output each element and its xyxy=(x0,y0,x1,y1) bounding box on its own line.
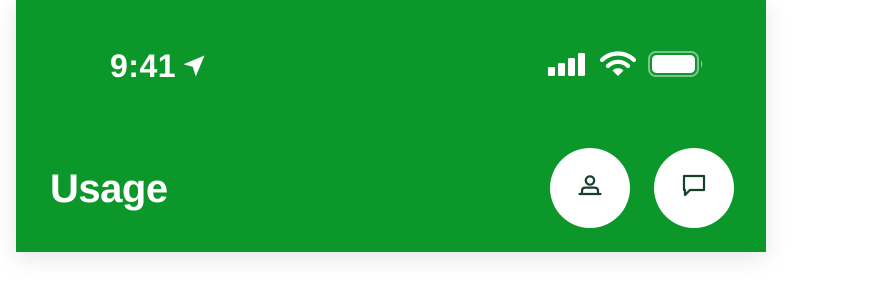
status-time-group: 9:41 xyxy=(110,44,208,88)
chat-button[interactable] xyxy=(654,148,734,228)
page-title: Usage xyxy=(50,167,168,211)
title-row: Usage xyxy=(16,134,766,252)
chat-icon xyxy=(681,173,707,204)
status-bar: 9:41 xyxy=(16,0,766,134)
status-time: 9:41 xyxy=(110,47,177,84)
profile-icon xyxy=(578,174,602,203)
battery-icon xyxy=(648,50,704,82)
status-indicators xyxy=(548,50,704,82)
location-arrow-icon xyxy=(180,52,208,80)
profile-button[interactable] xyxy=(550,148,630,228)
cellular-signal-icon xyxy=(548,52,588,81)
app-header: 9:41 Usage xyxy=(16,0,766,252)
wifi-icon xyxy=(599,51,637,82)
